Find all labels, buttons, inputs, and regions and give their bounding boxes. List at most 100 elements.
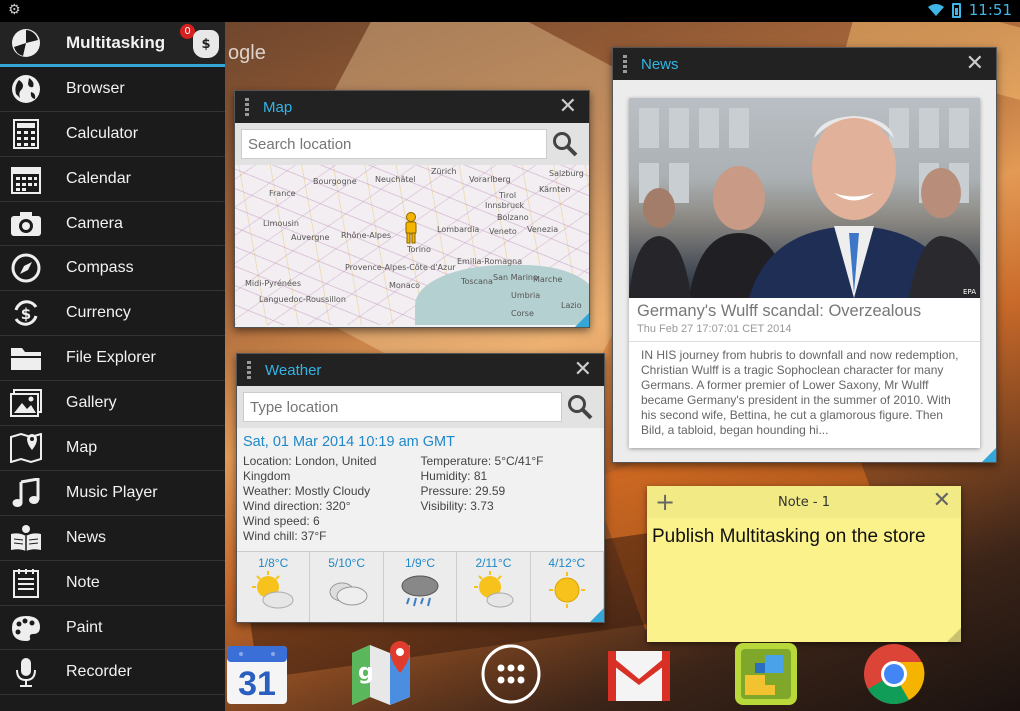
weather-search-bar xyxy=(237,386,604,428)
news-headline[interactable]: Germany's Wulff scandal: Overzealous xyxy=(629,298,980,321)
close-icon[interactable]: ✕ xyxy=(933,488,951,513)
resize-handle[interactable] xyxy=(982,448,996,462)
maps-app-icon[interactable]: g xyxy=(348,641,414,707)
weather-details: Location: London, United Kingdom Weather… xyxy=(237,452,604,546)
money-bag-icon[interactable]: $ xyxy=(193,30,219,58)
map-label: Tirol xyxy=(499,191,517,200)
forecast-temp: 2/11°C xyxy=(475,556,512,570)
widget-title: Map xyxy=(263,98,293,116)
map-label: Languedoc-Roussillon xyxy=(259,295,346,304)
map-label: Neuchâtel xyxy=(375,175,416,184)
resize-handle[interactable] xyxy=(590,608,604,622)
sidebar-item-currency[interactable]: $ Currency xyxy=(0,291,225,337)
map-label: Rhône-Alpes xyxy=(341,231,392,240)
resize-handle[interactable] xyxy=(947,628,961,642)
sidebar-item-music-player[interactable]: Music Player xyxy=(0,471,225,516)
drag-handle-icon[interactable] xyxy=(245,98,249,116)
location-input[interactable] xyxy=(243,392,562,422)
sidebar-item-browser[interactable]: Browser xyxy=(0,67,225,112)
search-input[interactable] xyxy=(241,129,547,159)
add-note-icon[interactable]: + xyxy=(655,488,675,516)
close-icon[interactable]: ✕ xyxy=(966,51,984,76)
chrome-app-icon[interactable] xyxy=(861,641,927,707)
calculator-icon xyxy=(0,118,52,149)
map-label: France xyxy=(269,189,296,198)
calendar-app-icon[interactable]: 31 xyxy=(224,641,290,707)
drag-handle-icon[interactable] xyxy=(247,361,251,379)
calendar-day: 31 xyxy=(238,665,276,703)
map-label: Toscana xyxy=(461,277,493,286)
sidebar-item-label: News xyxy=(66,528,107,546)
news-date: Thu Feb 27 17:07:01 CET 2014 xyxy=(629,321,980,342)
map-label: Vorarlberg xyxy=(469,175,511,184)
wallpaper-google-text: ogle xyxy=(228,42,266,64)
sidebar-item-label: File Explorer xyxy=(66,349,156,367)
weather-detail: Visibility: 3.73 xyxy=(420,499,494,513)
close-icon[interactable]: ✕ xyxy=(559,94,577,119)
map-label: Provence-Alpes-Côte d'Azur xyxy=(345,263,456,272)
weather-detail: Location: London, United Kingdom xyxy=(243,454,377,483)
map-label: Kärnten xyxy=(539,185,571,194)
sidebar-item-label: Note xyxy=(66,573,100,591)
weather-detail: Temperature: 5°C/41°F xyxy=(420,454,544,468)
map-widget-header[interactable]: Map ✕ xyxy=(235,91,589,123)
sidebar-item-recorder[interactable]: Recorder xyxy=(0,650,225,696)
search-icon[interactable] xyxy=(547,129,583,159)
sidebar-item-label: Multitasking xyxy=(66,32,166,52)
map-search-bar xyxy=(235,123,589,165)
weather-date: Sat, 01 Mar 2014 10:19 am GMT xyxy=(243,434,455,450)
sidebar-item-label: Gallery xyxy=(66,394,117,412)
resize-handle[interactable] xyxy=(575,313,589,327)
news-body: IN HIS journey from hubris to downfall a… xyxy=(641,348,959,437)
note-title: Note - 1 xyxy=(778,494,830,510)
news-widget-header[interactable]: News ✕ xyxy=(613,48,996,80)
app-drawer-icon[interactable] xyxy=(478,641,544,707)
status-bar: ⚙ 11:51 xyxy=(0,0,1020,22)
pegman-icon[interactable] xyxy=(403,212,419,244)
note-text-area[interactable]: Publish Multitasking on the store xyxy=(647,518,961,556)
drag-handle-icon[interactable] xyxy=(623,55,627,73)
weather-detail: Weather: Mostly Cloudy xyxy=(243,484,371,498)
sidebar-item-note[interactable]: Note xyxy=(0,561,225,606)
map-label: Corse xyxy=(511,309,534,318)
map-label: Monaco xyxy=(389,281,421,290)
map-label: Auvergne xyxy=(291,233,330,242)
close-icon[interactable]: ✕ xyxy=(574,357,592,382)
forecast-day: 2/11°C xyxy=(457,552,531,622)
sidebar-item-label: Calendar xyxy=(66,169,131,187)
sidebar-item-map[interactable]: Map xyxy=(0,426,225,471)
game-app-icon[interactable] xyxy=(733,641,799,707)
sidebar-item-label: Calculator xyxy=(66,124,139,142)
weather-widget-header[interactable]: Weather ✕ xyxy=(237,354,604,386)
note-icon xyxy=(0,568,52,598)
sidebar-item-calculator[interactable]: Calculator xyxy=(0,112,225,157)
sidebar-item-camera[interactable]: Camera xyxy=(0,202,225,247)
forecast-day: 5/10°C xyxy=(310,552,384,622)
sidebar-item-calendar[interactable]: Calendar xyxy=(0,157,225,202)
rain-cloud-icon xyxy=(401,575,439,607)
weather-widget: Weather ✕ Sat, 01 Mar 2014 10:19 am GMT … xyxy=(236,353,605,623)
sidebar-item-file-explorer[interactable]: File Explorer xyxy=(0,336,225,382)
sidebar-item-paint[interactable]: Paint xyxy=(0,606,225,651)
search-icon[interactable] xyxy=(562,392,598,422)
sidebar-item-gallery[interactable]: Gallery xyxy=(0,381,225,427)
gmail-app-icon[interactable] xyxy=(606,641,672,707)
photo-credit: EPA xyxy=(963,288,976,296)
map-label: Midi-Pyrénées xyxy=(245,279,301,288)
weather-detail: Wind chill: 37°F xyxy=(243,529,327,543)
folder-icon xyxy=(0,345,52,371)
sidebar-item-multitasking[interactable]: Multitasking 0 $ xyxy=(0,22,225,67)
widget-title: Weather xyxy=(265,361,322,379)
map-label: San Marino xyxy=(493,273,538,282)
map-label: Innsbruck xyxy=(485,201,525,210)
sidebar-item-news[interactable]: News xyxy=(0,516,225,561)
news-article-card[interactable]: EPA Germany's Wulff scandal: Overzealous… xyxy=(629,98,980,448)
map-view[interactable]: France Bourgogne Neuchâtel Zürich Vorarl… xyxy=(235,165,589,325)
map-label: Veneto xyxy=(489,227,517,236)
news-photo-image xyxy=(629,108,980,298)
note-header[interactable]: + Note - 1 ✕ xyxy=(647,486,961,518)
forecast-temp: 1/8°C xyxy=(258,556,289,570)
forecast-day: 1/8°C xyxy=(237,552,311,622)
currency-icon: $ xyxy=(0,298,52,328)
sidebar-item-compass[interactable]: Compass xyxy=(0,246,225,292)
